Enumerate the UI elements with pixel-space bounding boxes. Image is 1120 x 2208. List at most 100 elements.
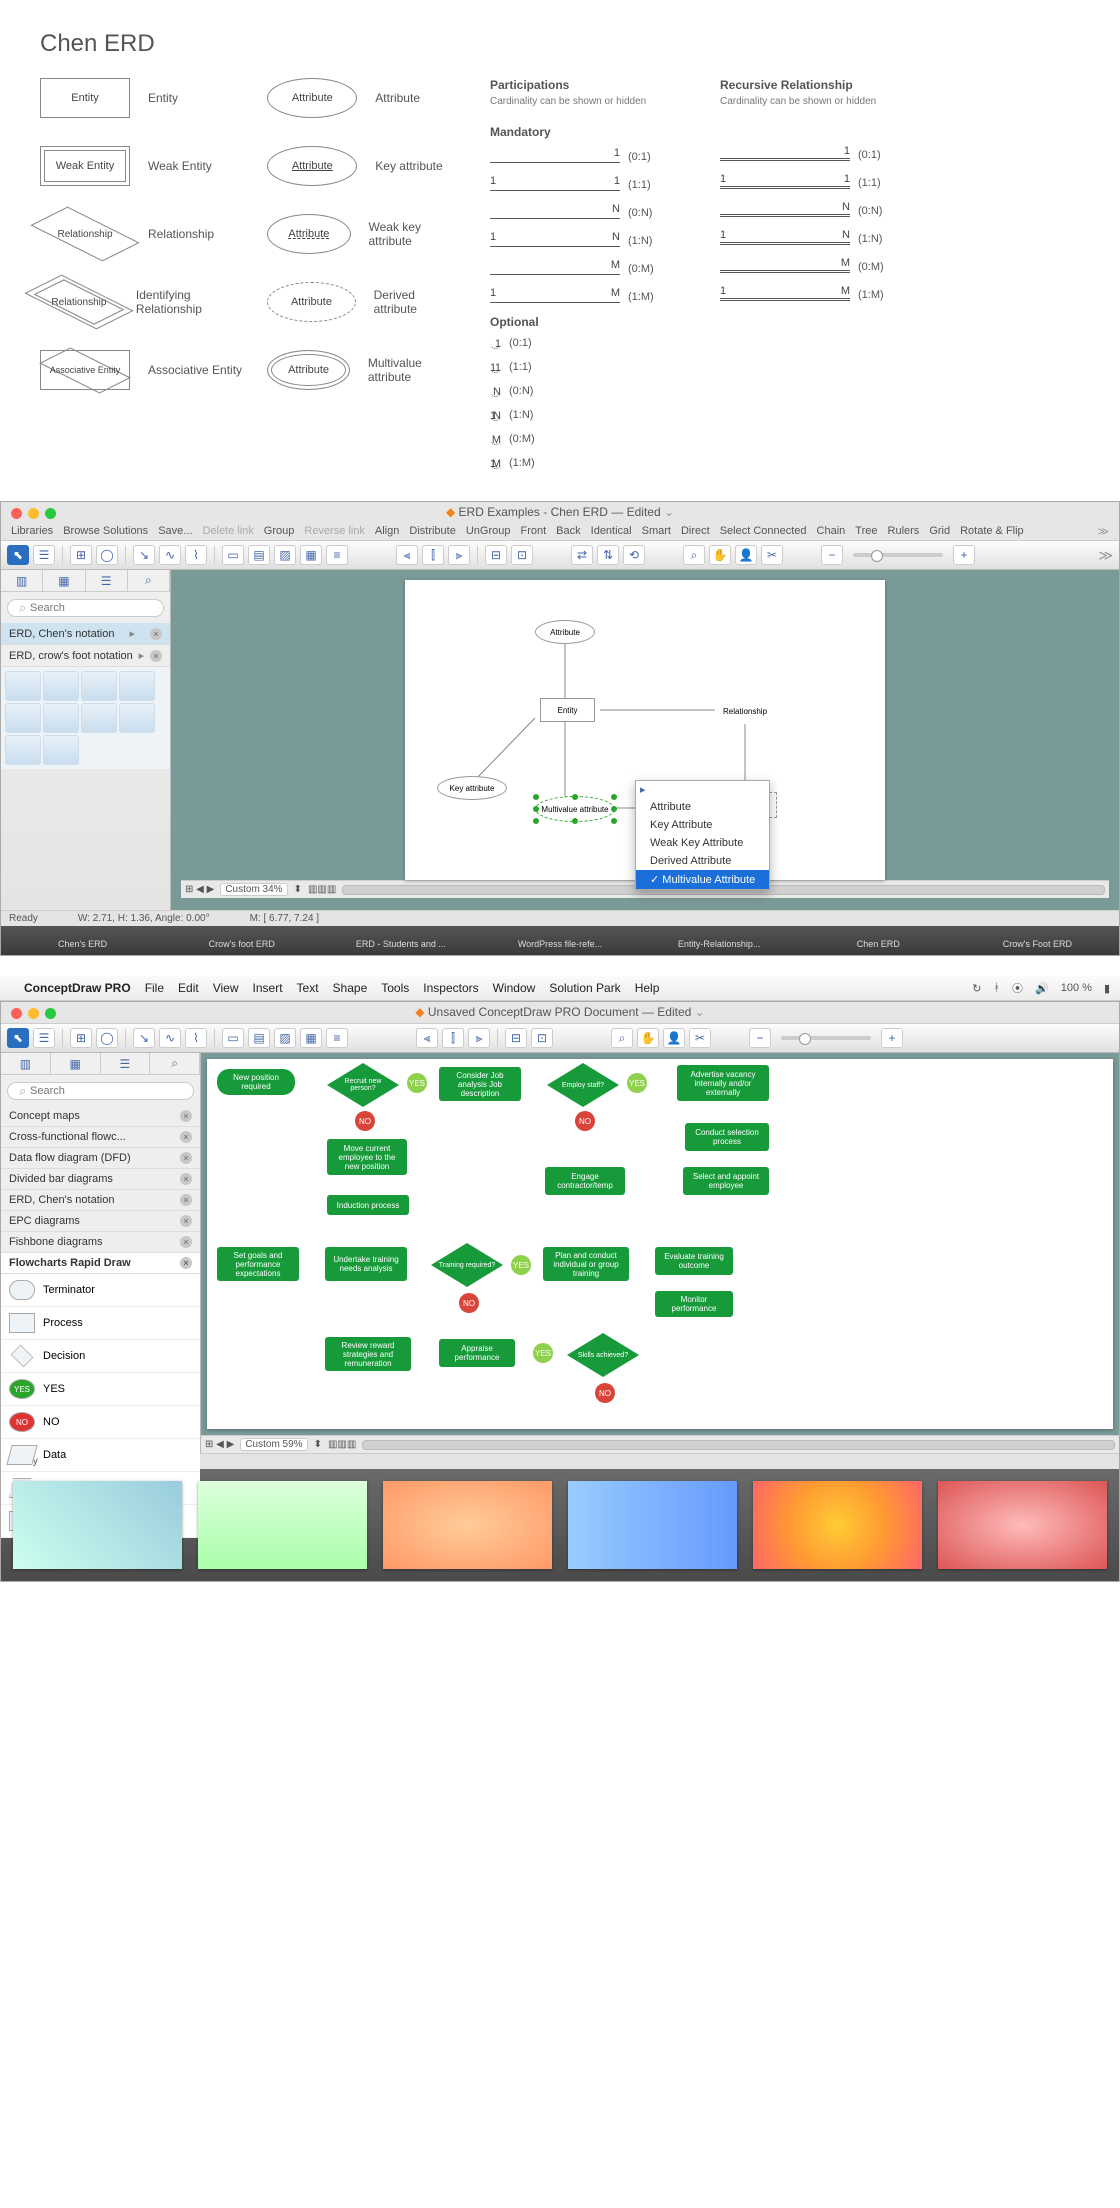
menu-edit[interactable]: Edit [178,981,199,995]
fc-move[interactable]: Move current employee to the new positio… [327,1139,407,1175]
distribute-h[interactable]: ⊟ [485,545,507,565]
hscrollbar-2[interactable] [362,1440,1115,1450]
library-item[interactable]: ERD, crow's foot notation▸ × [1,645,170,667]
bluetooth-icon[interactable]: ᚼ [993,982,1000,994]
menu-distribute[interactable]: Distribute [409,525,455,538]
library-item[interactable]: Data flow diagram (DFD)× [1,1148,200,1169]
palette-shape[interactable] [43,703,79,733]
battery-status[interactable]: 100 % [1061,982,1092,994]
window-maximize[interactable] [45,508,56,519]
close-icon[interactable]: × [150,650,162,662]
template-thumb[interactable] [13,1481,182,1569]
canvas-attribute[interactable]: Attribute [535,620,595,644]
close-icon[interactable]: × [180,1194,192,1206]
window-maximize[interactable] [45,1008,56,1019]
library-item[interactable]: EPC diagrams× [1,1211,200,1232]
shape-list-item[interactable]: Decision [1,1340,200,1373]
library-item[interactable]: Divided bar diagrams× [1,1169,200,1190]
ctx-weak-key-attribute[interactable]: Weak Key Attribute [636,834,769,852]
pan-tool[interactable]: ✋ [709,545,731,565]
canvas-multivalue-selected[interactable]: Multivalue attribute [535,796,615,822]
template-thumb[interactable] [568,1481,737,1569]
menu-rotate-flip[interactable]: Rotate & Flip [960,525,1024,538]
context-menu-toggle[interactable]: ▸ [636,781,769,798]
window-minimize[interactable] [28,508,39,519]
zoom-slider[interactable] [781,1036,871,1040]
menu-view[interactable]: View [213,981,239,995]
fc-no-1[interactable]: NO [355,1111,375,1131]
menu-delete-link[interactable]: Delete link [202,525,253,538]
fill-tool[interactable]: ▨ [274,545,296,565]
app-name[interactable]: ConceptDraw PRO [24,981,131,995]
menu-window[interactable]: Window [493,981,536,995]
menu-back[interactable]: Back [556,525,580,538]
fc-evaluate[interactable]: Evaluate training outcome [655,1247,733,1275]
menu-shape[interactable]: Shape [333,981,368,995]
group-tool[interactable]: ▭ [222,545,244,565]
menu-libraries[interactable]: Libraries [11,525,53,538]
canvas-key-attribute[interactable]: Key attribute [437,776,507,800]
shape-tool[interactable]: ◯ [96,545,118,565]
canvas[interactable]: Attribute Entity Relationship Key attrib… [405,580,885,880]
user-tool[interactable]: 👤 [735,545,757,565]
fc-review[interactable]: Review reward strategies and remuneratio… [325,1337,411,1371]
window-close[interactable] [11,508,22,519]
fc-recruit[interactable]: Recruit new person? [327,1063,399,1107]
template-thumb[interactable] [198,1481,367,1569]
time-machine-icon[interactable]: ↻ [972,982,981,995]
menu-help[interactable]: Help [635,981,660,995]
flip-v[interactable]: ⇅ [597,545,619,565]
rotate[interactable]: ⟲ [623,545,645,565]
align-left[interactable]: ⫷ [396,545,418,565]
menu-inspectors[interactable]: Inspectors [423,981,478,995]
zoom-in[interactable]: + [881,1028,903,1048]
close-icon[interactable]: × [180,1173,192,1185]
zoom-display[interactable]: Custom 34% [220,883,287,896]
shape-list-item[interactable]: NONO [1,1406,200,1439]
palette-shape[interactable] [119,671,155,701]
template-thumb[interactable] [383,1481,552,1569]
fc-new-position[interactable]: New position required [217,1069,295,1095]
fc-undertake[interactable]: Undertake training needs analysis [325,1247,407,1281]
sidebar-search-2[interactable] [7,1082,194,1100]
pointer-tool[interactable]: ⬉ [7,1028,29,1048]
menu-group[interactable]: Group [264,525,295,538]
page-nav-2[interactable]: ⊞ ◀ ▶ [205,1439,234,1450]
fc-advertise[interactable]: Advertise vacancy internally and/or exte… [677,1065,769,1101]
align-tool[interactable]: ≡ [326,545,348,565]
toggle-icon[interactable]: ▸ [129,627,135,640]
menu-file[interactable]: File [145,981,164,995]
menu-reverse-link[interactable]: Reverse link [304,525,365,538]
menu-browse-solutions[interactable]: Browse Solutions [63,525,148,538]
window-close[interactable] [11,1008,22,1019]
fc-conduct-selection[interactable]: Conduct selection process [685,1123,769,1151]
fc-induction[interactable]: Induction process [327,1195,409,1215]
close-icon[interactable]: × [180,1236,192,1248]
palette-shape[interactable] [5,671,41,701]
text-tool[interactable]: ⊞ [70,545,92,565]
palette-shape[interactable] [43,735,79,765]
fc-plan-conduct[interactable]: Plan and conduct individual or group tra… [543,1247,629,1281]
ctx-key-attribute[interactable]: Key Attribute [636,816,769,834]
menu-insert[interactable]: Insert [253,981,283,995]
layers-tool[interactable]: ▤ [248,545,270,565]
menu-ungroup[interactable]: UnGroup [466,525,511,538]
menu-identical[interactable]: Identical [591,525,632,538]
shape-list-item[interactable]: YESYES [1,1373,200,1406]
library-item[interactable]: ERD, Chen's notation▸ × [1,623,170,645]
align-center[interactable]: ⫿ [422,545,444,565]
library-item[interactable]: Concept maps× [1,1106,200,1127]
palette-shape[interactable] [5,735,41,765]
menu-solution-park[interactable]: Solution Park [549,981,620,995]
fc-yes-3[interactable]: YES [511,1255,531,1275]
close-icon[interactable]: × [180,1152,192,1164]
template-thumb[interactable] [938,1481,1107,1569]
zoom-stepper[interactable]: ⬍ [294,884,302,895]
fc-consider[interactable]: Consider Job analysis Job description [439,1067,521,1101]
fc-engage[interactable]: Engage contractor/temp [545,1167,625,1195]
toggle-icon[interactable]: ▸ [139,649,145,662]
library-item[interactable]: Fishbone diagrams× [1,1232,200,1253]
curve-tool[interactable]: ⌇ [185,545,207,565]
menu-select-connected[interactable]: Select Connected [720,525,807,538]
crop-tool[interactable]: ✂ [761,545,783,565]
